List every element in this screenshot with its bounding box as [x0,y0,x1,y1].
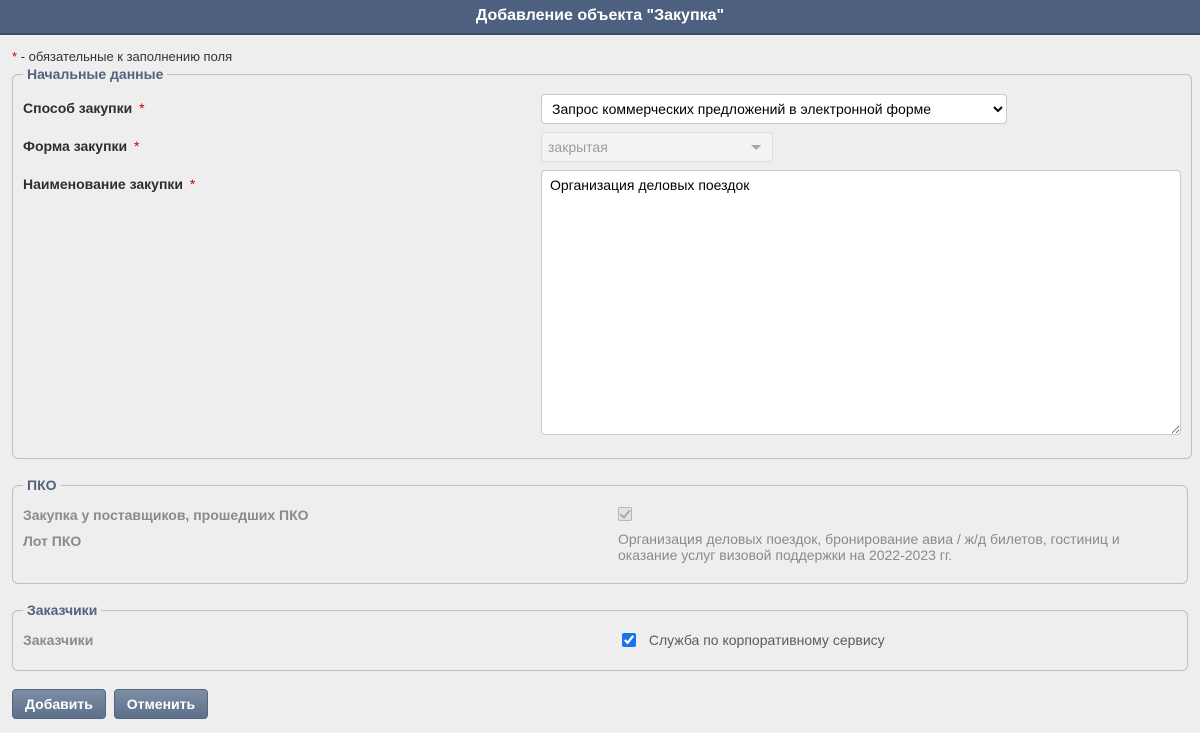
dialog-header: Добавление объекта "Закупка" [0,0,1200,35]
checkbox-pko-suppliers [618,507,632,521]
field-pko-lot: Организация деловых поездок, бронировани… [618,531,1177,563]
field-method: Запрос коммерческих предложений в электр… [541,94,1181,124]
row-method: Способ закупки * Запрос коммерческих пре… [23,94,1181,124]
label-name: Наименование закупки * [23,170,541,192]
row-pko-suppliers: Закупка у поставщиков, прошедших ПКО [23,505,1177,523]
label-form: Форма закупки * [23,132,541,154]
dialog-content: * - обязательные к заполнению поля Начал… [0,35,1200,733]
add-button[interactable]: Добавить [12,689,106,719]
field-name [541,170,1181,438]
fieldset-initial-data: Начальные данные Способ закупки * Запрос… [12,66,1192,459]
label-pko-suppliers: Закупка у поставщиков, прошедших ПКО [23,505,618,523]
label-form-text: Форма закупки [23,138,127,154]
fieldset-customers: Заказчики Заказчики Служба по корпоратив… [12,602,1188,671]
select-purchase-method[interactable]: Запрос коммерческих предложений в электр… [541,94,1007,124]
required-note: * - обязательные к заполнению поля [12,49,1188,64]
textarea-purchase-name[interactable] [541,170,1181,435]
field-customers: Служба по корпоративному сервису [618,630,1177,650]
field-pko-suppliers [618,505,1177,521]
label-method: Способ закупки * [23,94,541,116]
fieldset-pko: ПКО Закупка у поставщиков, прошедших ПКО… [12,477,1188,584]
row-name: Наименование закупки * [23,170,1181,438]
legend-initial: Начальные данные [23,66,167,82]
button-row: Добавить Отменить [12,689,1188,719]
row-pko-lot: Лот ПКО Организация деловых поездок, бро… [23,531,1177,563]
dialog-title: Добавление объекта "Закупка" [476,7,724,24]
field-form: закрытая [541,132,1181,162]
label-customers: Заказчики [23,630,618,648]
customer-name: Служба по корпоративному сервису [649,632,885,648]
cancel-button[interactable]: Отменить [114,689,208,719]
select-purchase-form: закрытая [541,132,773,162]
legend-customers: Заказчики [23,602,101,618]
row-customers: Заказчики Служба по корпоративному серви… [23,630,1177,650]
checkbox-customer[interactable] [622,633,636,647]
asterisk-icon: * [139,100,144,116]
legend-pko: ПКО [23,477,61,493]
asterisk-icon: * [134,138,139,154]
label-method-text: Способ закупки [23,100,132,116]
label-pko-lot: Лот ПКО [23,531,618,549]
row-form: Форма закупки * закрытая [23,132,1181,162]
label-name-text: Наименование закупки [23,176,183,192]
required-note-text: - обязательные к заполнению поля [17,49,232,64]
asterisk-icon: * [190,176,195,192]
